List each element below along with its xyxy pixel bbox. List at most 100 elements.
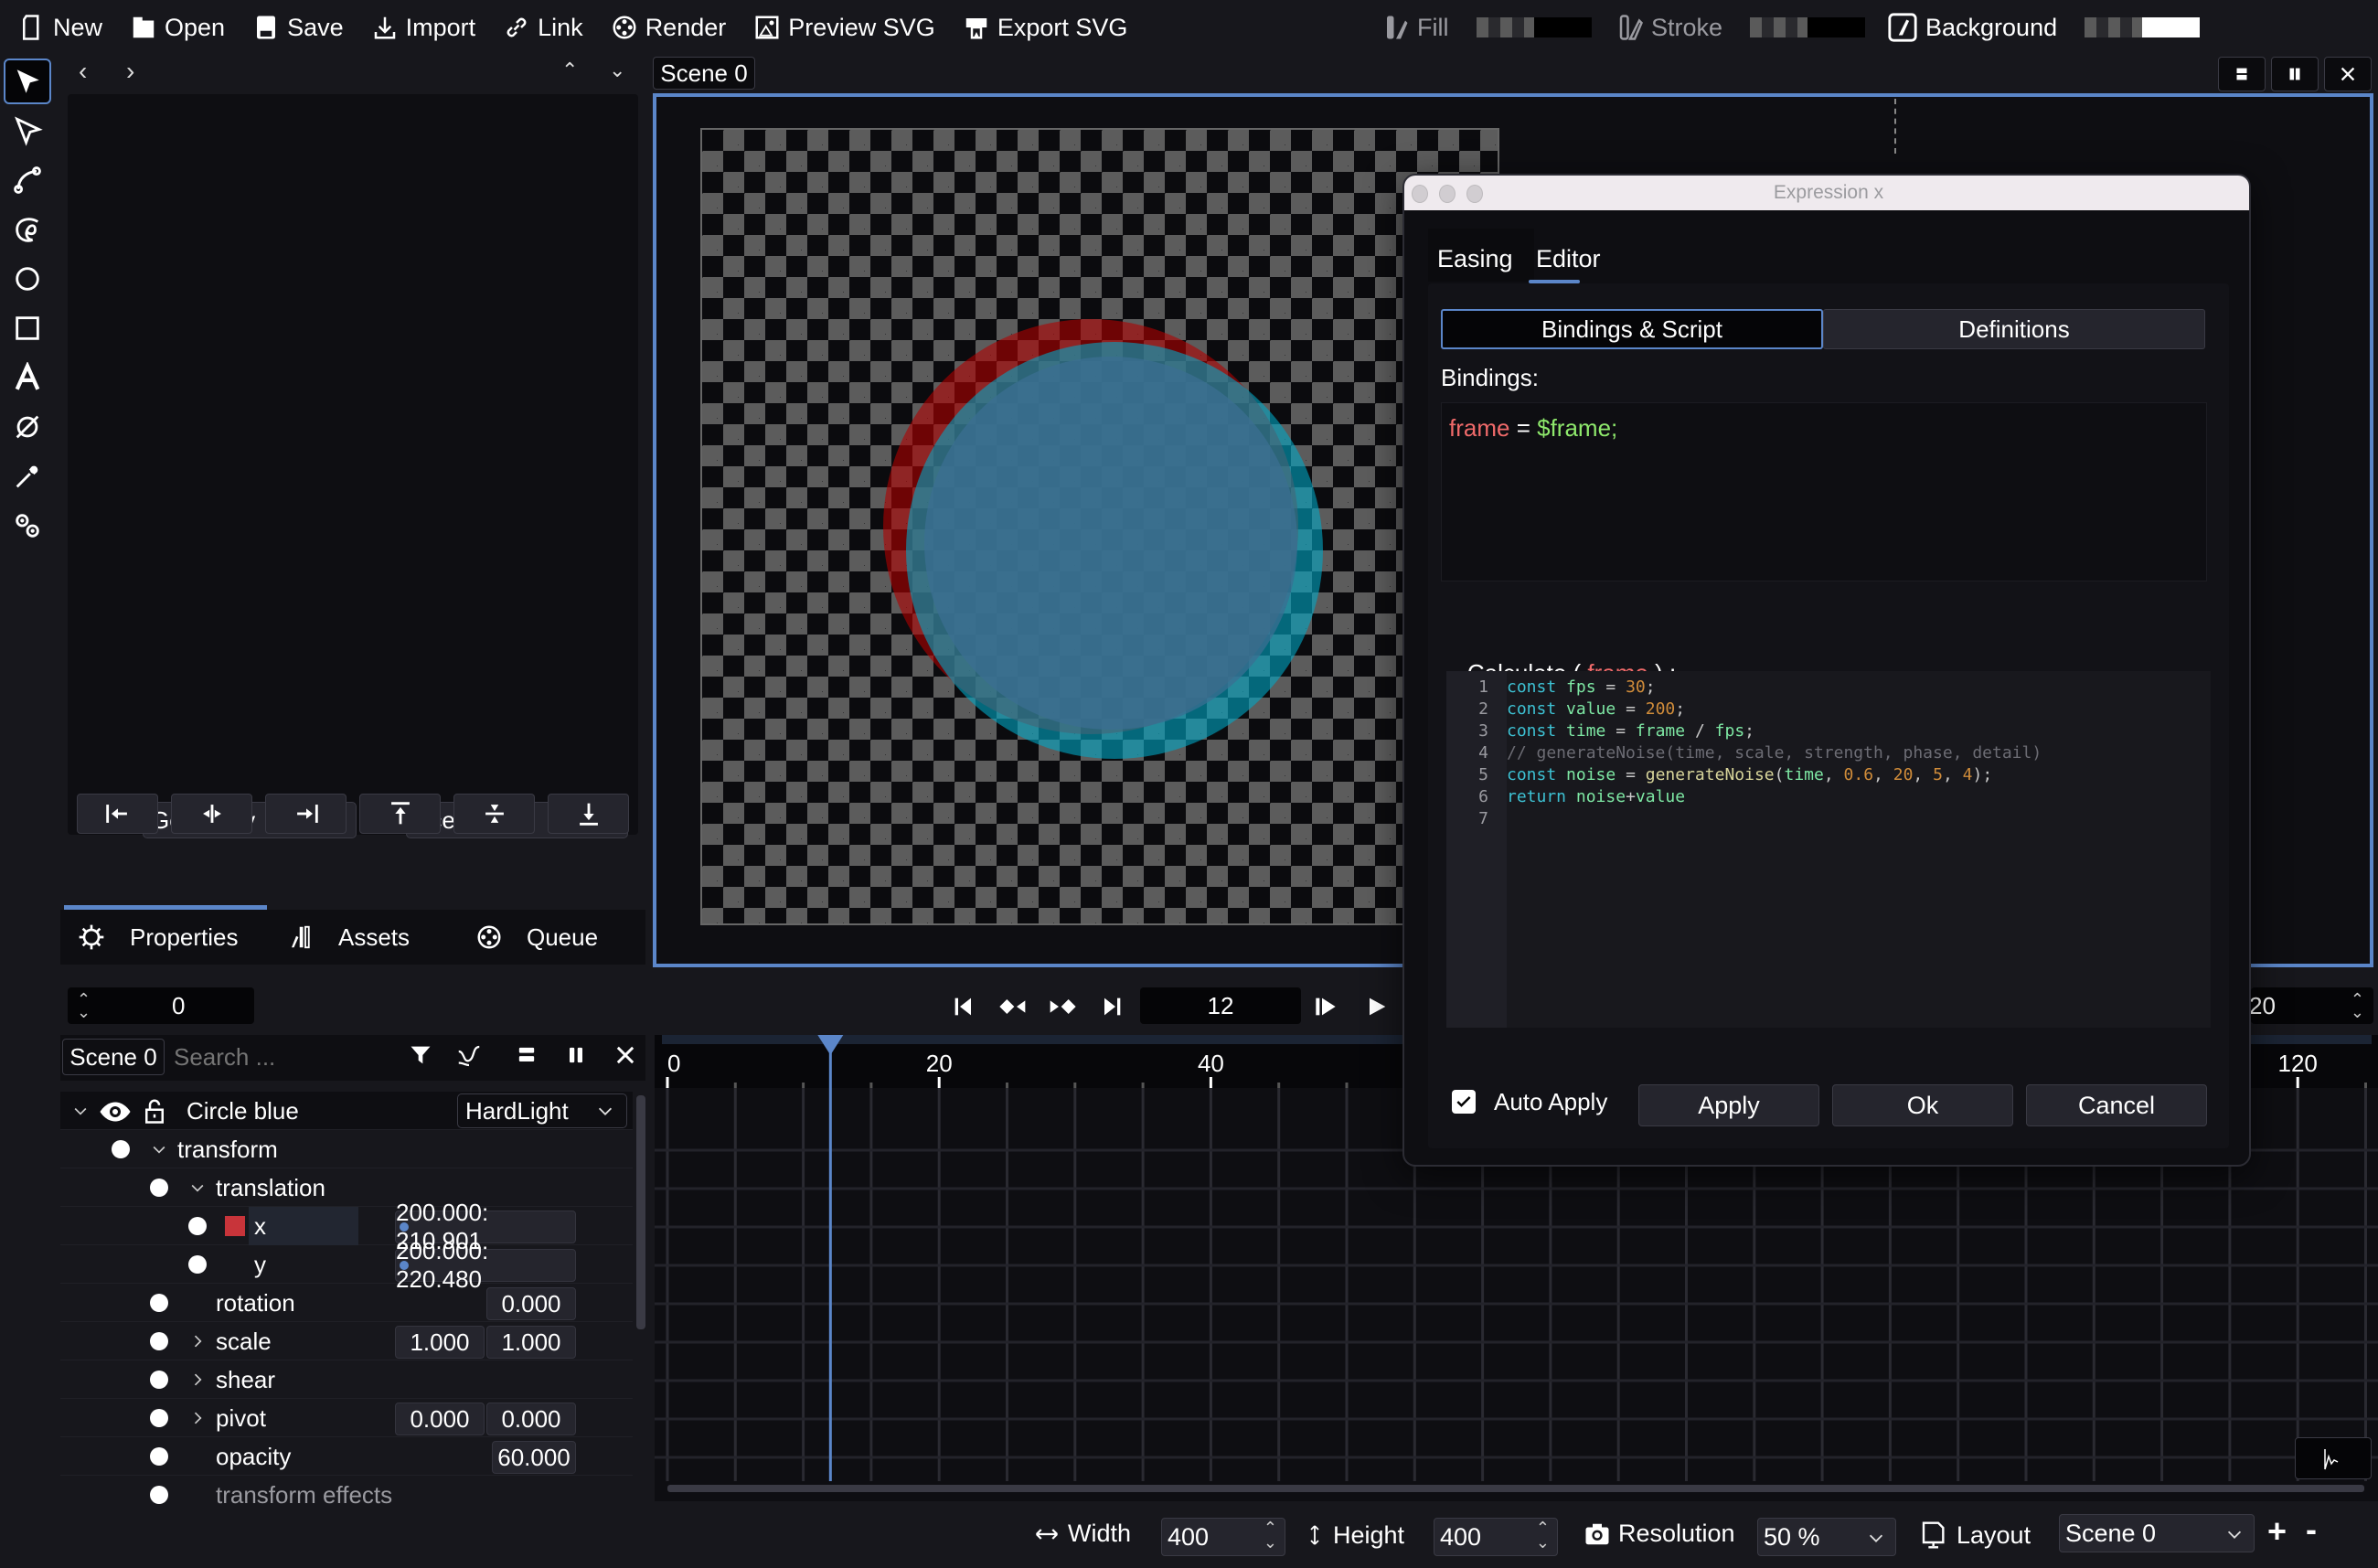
remove-layout-button[interactable]: - [2306,1510,2317,1549]
circle-blue[interactable] [924,357,1297,730]
scale-y-field[interactable]: 1.000 [486,1326,576,1359]
blend-mode-select[interactable]: HardLight [457,1093,627,1128]
bindings-editor[interactable]: frame = $frame; [1441,402,2207,581]
eye-icon[interactable] [99,1095,132,1128]
chevron-down-icon[interactable] [188,1179,207,1197]
split-vertical-icon[interactable] [563,1042,589,1068]
new-button[interactable]: New [18,14,102,42]
spin-arrows-icon[interactable]: ⌃ ⌄ [77,991,91,1020]
subtab-bindings-script[interactable]: Bindings & Script [1441,309,1823,349]
stroke-swatch[interactable] [1750,17,1866,37]
spiral-tool[interactable] [4,207,51,252]
render-button[interactable]: Render [611,14,726,42]
height-input[interactable]: 400 ⌃ ⌄ [1434,1518,1558,1556]
split-vertical-button[interactable] [2271,57,2319,91]
import-button[interactable]: Import [371,14,475,42]
save-button[interactable]: Save [252,14,344,42]
keyframe-dot[interactable] [150,1447,168,1466]
keyframe-dot[interactable] [150,1179,168,1197]
graph-toggle-button[interactable] [2295,1437,2372,1479]
tree-row-transform[interactable]: transform [60,1130,633,1168]
open-button[interactable]: Open [130,14,225,42]
keyframe-dot[interactable] [188,1217,207,1235]
export-svg-button[interactable]: Export SVG [963,14,1127,42]
tree-row-rotation[interactable]: rotation 0.000 [60,1284,633,1322]
subtab-definitions[interactable]: Definitions [1823,309,2205,349]
timeline-scrollbar[interactable] [667,1485,2364,1492]
align-hcenter-button[interactable] [171,794,252,834]
add-layout-button[interactable]: + [2267,1512,2287,1551]
move-up-icon[interactable]: ⌃ [561,59,578,82]
eyedropper-tool[interactable] [4,453,51,499]
select-tool[interactable] [4,59,51,104]
tree-row-y[interactable]: y 200.000: 220.480 [60,1237,633,1293]
unlock-icon[interactable] [141,1095,168,1126]
layers-list[interactable] [68,94,638,835]
spin-arrows-icon[interactable]: ⌃ ⌄ [1264,1520,1277,1551]
curve-tool[interactable] [4,157,51,203]
minimize-window-button[interactable] [1439,185,1456,203]
rotation-field[interactable]: 0.000 [486,1287,576,1320]
scale-x-field[interactable]: 1.000 [395,1326,485,1359]
maximize-window-button[interactable] [1466,185,1483,203]
code-editor[interactable]: 1 const fps = 30; 2 const value = 200; 3 cons… [1446,671,2211,1028]
dialog-titlebar[interactable]: Expression x [1404,176,2249,210]
fill-swatch[interactable] [1476,17,1592,37]
tree-row-pivot[interactable]: pivot 0.000 0.000 [60,1399,633,1437]
keyframe-dot[interactable] [112,1140,130,1158]
split-horizontal-icon[interactable] [514,1042,539,1068]
chevron-right-icon[interactable] [188,1332,207,1350]
text-tool[interactable] [4,355,51,400]
close-view-button[interactable] [2324,57,2372,91]
next-keyframe-icon[interactable] [1048,992,1077,1021]
resolution-select[interactable]: 50 % [1757,1518,1896,1556]
back-icon[interactable]: ‹ [79,57,87,86]
fill-control[interactable]: Fill [1382,0,1592,55]
opacity-field[interactable]: 60.000 [492,1441,576,1474]
pivot-x-field[interactable]: 0.000 [395,1403,485,1435]
link-button[interactable]: Link [503,14,583,42]
start-frame-field[interactable]: ⌃ ⌄ 0 [68,987,254,1024]
scene-canvas[interactable] [700,128,1499,925]
filter-icon[interactable] [408,1042,433,1068]
skip-to-end-icon[interactable] [1097,992,1126,1021]
tree-row-shear[interactable]: shear [60,1360,633,1399]
align-right-button[interactable] [265,794,347,834]
direct-select-tool[interactable] [4,108,51,154]
tab-easing[interactable]: Easing [1437,245,1513,273]
chevron-down-icon[interactable] [150,1140,168,1158]
stroke-control[interactable]: Stroke [1616,0,1866,55]
tab-queue[interactable]: Queue [475,914,598,960]
ellipse-tool[interactable] [4,256,51,302]
background-swatch[interactable] [2085,17,2201,37]
tab-properties[interactable]: Properties [77,914,239,960]
width-input[interactable]: 400 ⌃ ⌄ [1161,1518,1285,1556]
prev-keyframe-icon[interactable] [998,992,1028,1021]
align-left-button[interactable] [77,794,158,834]
search-input[interactable] [174,1040,384,1073]
spin-arrows-icon[interactable]: ⌃ ⌄ [2351,991,2364,1020]
align-vcenter-button[interactable] [453,794,535,834]
close-icon[interactable] [613,1042,638,1068]
step-forward-icon[interactable] [1311,992,1340,1021]
expression-indicator[interactable] [225,1216,245,1236]
playhead-handle[interactable] [817,1035,844,1055]
skip-to-start-icon[interactable] [949,992,978,1021]
split-horizontal-button[interactable] [2218,57,2266,91]
background-control[interactable]: Background [1887,0,2201,55]
keyframe-dot[interactable] [150,1409,168,1427]
chevron-right-icon[interactable] [188,1409,207,1427]
keyframe-dot[interactable] [150,1371,168,1389]
cancel-button[interactable]: Cancel [2026,1084,2207,1126]
clear-tool[interactable] [4,404,51,450]
layer-row[interactable]: Circle blue HardLight [60,1092,633,1130]
spin-arrows-icon[interactable]: ⌃ ⌄ [1536,1520,1550,1551]
keyframe-dot[interactable] [150,1332,168,1350]
tab-editor[interactable]: Editor [1536,245,1601,273]
chevron-down-icon[interactable] [71,1102,90,1120]
node-tool[interactable] [4,503,51,549]
preview-svg-button[interactable]: Preview SVG [753,14,935,42]
tree-scrollbar[interactable] [636,1095,645,1329]
chevron-right-icon[interactable] [188,1371,207,1389]
align-top-button[interactable] [359,794,441,834]
